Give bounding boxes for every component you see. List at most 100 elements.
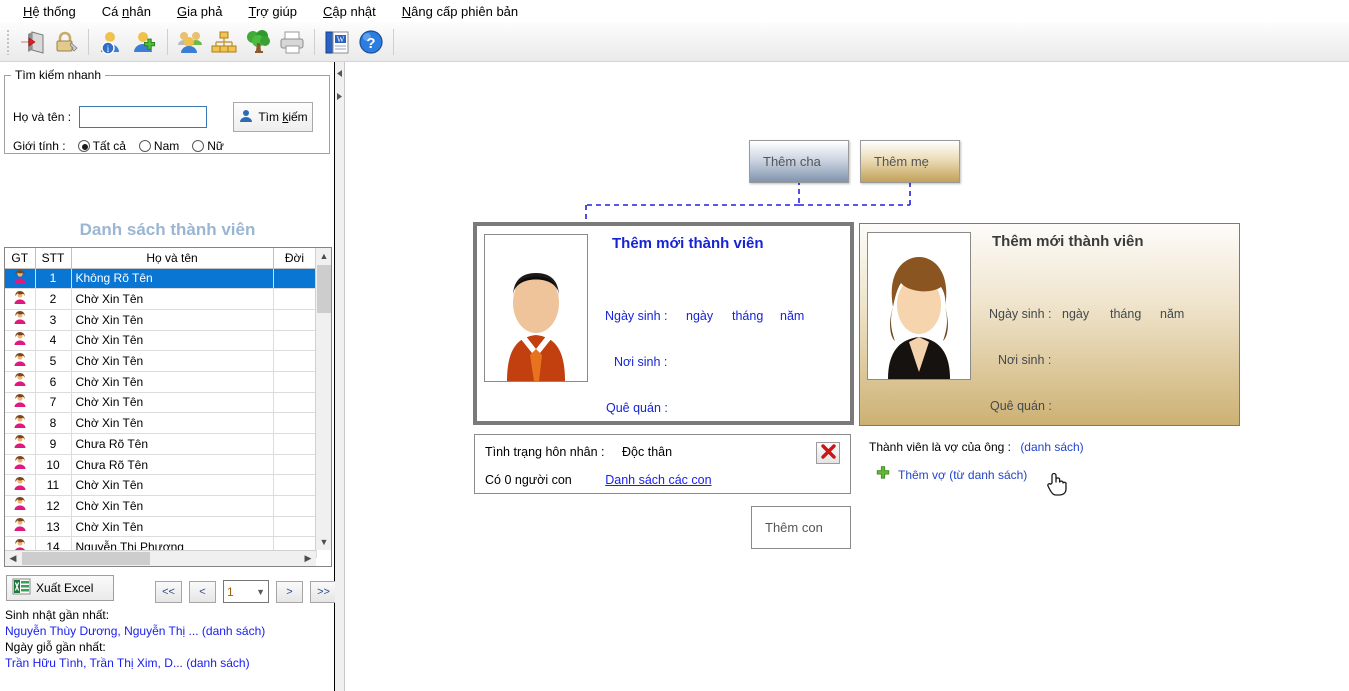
toolbar-grip[interactable] — [6, 28, 11, 55]
page-prev-button[interactable]: < — [189, 580, 216, 603]
table-row[interactable]: 12 Chờ Xin Tên — [5, 495, 317, 517]
page-first-button[interactable]: << — [155, 580, 182, 603]
memorial-names-link[interactable]: Trần Hữu Tình, Trần Thị Xim, D... (danh … — [5, 655, 330, 671]
table-row[interactable]: 6 Chờ Xin Tên — [5, 371, 317, 393]
toolbar-separator — [167, 28, 168, 55]
column-header-gt[interactable]: GT — [5, 248, 36, 269]
exit-door-icon[interactable] — [16, 25, 48, 59]
cell-stt: 5 — [35, 350, 72, 372]
table-row[interactable]: 13 Chờ Xin Tên — [5, 516, 317, 538]
menu-item-nang-cap[interactable]: Nâng cấp phiên bản — [389, 2, 531, 21]
female-member-card[interactable]: Thêm mới thành viên Ngày sinh : ngày thá… — [859, 223, 1240, 426]
cell-gender-icon — [5, 412, 36, 434]
female-person-icon — [13, 290, 27, 308]
org-chart-icon[interactable] — [208, 25, 240, 59]
menu-item-gia-pha[interactable]: Gia phả — [164, 2, 236, 21]
cell-gender-icon — [5, 474, 36, 497]
table-row[interactable]: 8 Chờ Xin Tên — [5, 412, 317, 434]
lock-key-icon[interactable] — [50, 25, 82, 59]
excel-icon — [12, 577, 31, 599]
cell-name: Chờ Xin Tên — [71, 412, 274, 434]
children-row: Có 0 người con Danh sách các con — [485, 473, 712, 487]
grid-vertical-scrollbar[interactable]: ▲ ▼ — [315, 248, 331, 550]
page-last-button[interactable]: >> — [310, 580, 337, 603]
scroll-right-icon[interactable]: ▶ — [300, 551, 316, 566]
export-excel-button[interactable]: Xuất Excel — [6, 575, 114, 601]
children-list-link[interactable]: Danh sách các con — [605, 473, 711, 487]
delete-marriage-button[interactable] — [816, 442, 840, 464]
add-father-button[interactable]: Thêm cha — [749, 140, 849, 183]
cell-stt: 8 — [35, 412, 72, 434]
female-hometown-label: Quê quán : — [990, 399, 1052, 413]
male-card-title: Thêm mới thành viên — [612, 235, 764, 252]
wife-list-link[interactable]: (danh sách) — [1020, 440, 1083, 454]
female-birth-year[interactable]: năm — [1160, 307, 1184, 321]
menu-mnemonic: T — [248, 3, 256, 19]
menu-item-he-thong[interactable]: Hệ thống — [10, 2, 89, 21]
female-card-title: Thêm mới thành viên — [992, 233, 1144, 250]
table-row[interactable]: 3 Chờ Xin Tên — [5, 309, 317, 331]
page-next-button[interactable]: > — [276, 580, 303, 603]
splitter-handle-icon — [337, 70, 343, 100]
scroll-up-icon[interactable]: ▲ — [316, 248, 332, 264]
female-birth-day[interactable]: ngày — [1062, 307, 1089, 321]
marriage-status-label: Tình trạng hôn nhân : — [485, 445, 605, 459]
table-row[interactable]: 10 Chưa Rõ Tên — [5, 454, 317, 476]
member-list-grid[interactable]: GT STT Họ và tên Đời 1 Không Rõ Tên 2 Chờ X… — [4, 247, 332, 567]
user-add-icon[interactable] — [129, 25, 161, 59]
help-question-icon[interactable]: ? — [355, 25, 387, 59]
scrollbar-thumb[interactable] — [22, 552, 150, 565]
panel-splitter[interactable] — [335, 62, 345, 691]
menu-item-cap-nhat[interactable]: Cập nhật — [310, 2, 389, 21]
marriage-status-value[interactable]: Độc thân — [622, 445, 672, 459]
table-row[interactable]: 2 Chờ Xin Tên — [5, 288, 317, 310]
scroll-down-icon[interactable]: ▼ — [316, 534, 332, 550]
cell-name: Chờ Xin Tên — [71, 371, 274, 393]
table-row[interactable]: 4 Chờ Xin Tên — [5, 330, 317, 352]
user-info-icon[interactable]: i — [95, 25, 127, 59]
grid-horizontal-scrollbar[interactable]: ◀ ▶ — [5, 550, 316, 566]
word-document-icon[interactable]: W — [321, 25, 353, 59]
cell-gender-icon — [5, 330, 36, 352]
application-window: Hệ thống Cá nhân Gia phả Trợ giúp Cập nh… — [0, 0, 1349, 691]
add-mother-button[interactable]: Thêm mẹ — [860, 140, 960, 183]
scroll-left-icon[interactable]: ◀ — [5, 551, 21, 566]
column-header-name[interactable]: Họ và tên — [71, 248, 274, 269]
column-header-doi[interactable]: Đời — [273, 248, 317, 269]
male-birth-year[interactable]: năm — [780, 309, 804, 323]
menu-item-tro-giup[interactable]: Trợ giúp — [235, 2, 310, 21]
scrollbar-thumb[interactable] — [317, 265, 331, 313]
printer-icon[interactable] — [276, 25, 308, 59]
menu-bar: Hệ thống Cá nhân Gia phả Trợ giúp Cập nh… — [0, 0, 1349, 22]
table-row[interactable]: 1 Không Rõ Tên — [5, 268, 317, 290]
female-avatar-icon[interactable] — [867, 232, 971, 380]
table-row[interactable]: 11 Chờ Xin Tên — [5, 474, 317, 497]
male-birth-month[interactable]: tháng — [732, 309, 763, 323]
search-input[interactable] — [79, 106, 208, 128]
radio-gender-female[interactable]: Nữ — [192, 139, 224, 153]
female-birth-month[interactable]: tháng — [1110, 307, 1141, 321]
marriage-status-box: Tình trạng hôn nhân : Độc thân Có 0 ngườ… — [474, 434, 851, 494]
female-person-icon — [13, 269, 27, 287]
radio-label: Nam — [153, 139, 180, 153]
toolbar-separator — [314, 28, 315, 55]
birthday-names-link[interactable]: Nguyễn Thùy Dương, Nguyễn Thị ... (danh … — [5, 623, 330, 639]
cell-gender-icon — [5, 350, 36, 372]
table-row[interactable]: 5 Chờ Xin Tên — [5, 350, 317, 372]
add-wife-action[interactable]: Thêm vợ (từ danh sách) — [876, 466, 1027, 483]
female-person-icon — [13, 352, 27, 370]
male-member-card[interactable]: Thêm mới thành viên Ngày sinh : ngày thá… — [473, 222, 854, 425]
radio-gender-all[interactable]: Tất cả — [77, 139, 126, 153]
family-tree-icon[interactable] — [242, 25, 274, 59]
table-row[interactable]: 7 Chờ Xin Tên — [5, 392, 317, 414]
male-birth-day[interactable]: ngày — [686, 309, 713, 323]
add-child-button[interactable]: Thêm con — [751, 506, 851, 549]
table-row[interactable]: 9 Chưa Rõ Tên — [5, 433, 317, 455]
menu-item-ca-nhan[interactable]: Cá nhân — [89, 2, 164, 21]
search-button[interactable]: Tìm kiếm — [233, 102, 313, 132]
page-number-select[interactable]: 1 ▼ — [223, 580, 269, 603]
radio-gender-male[interactable]: Nam — [138, 139, 180, 153]
male-avatar-icon[interactable] — [484, 234, 588, 382]
group-users-icon[interactable] — [174, 25, 206, 59]
column-header-stt[interactable]: STT — [35, 248, 72, 269]
